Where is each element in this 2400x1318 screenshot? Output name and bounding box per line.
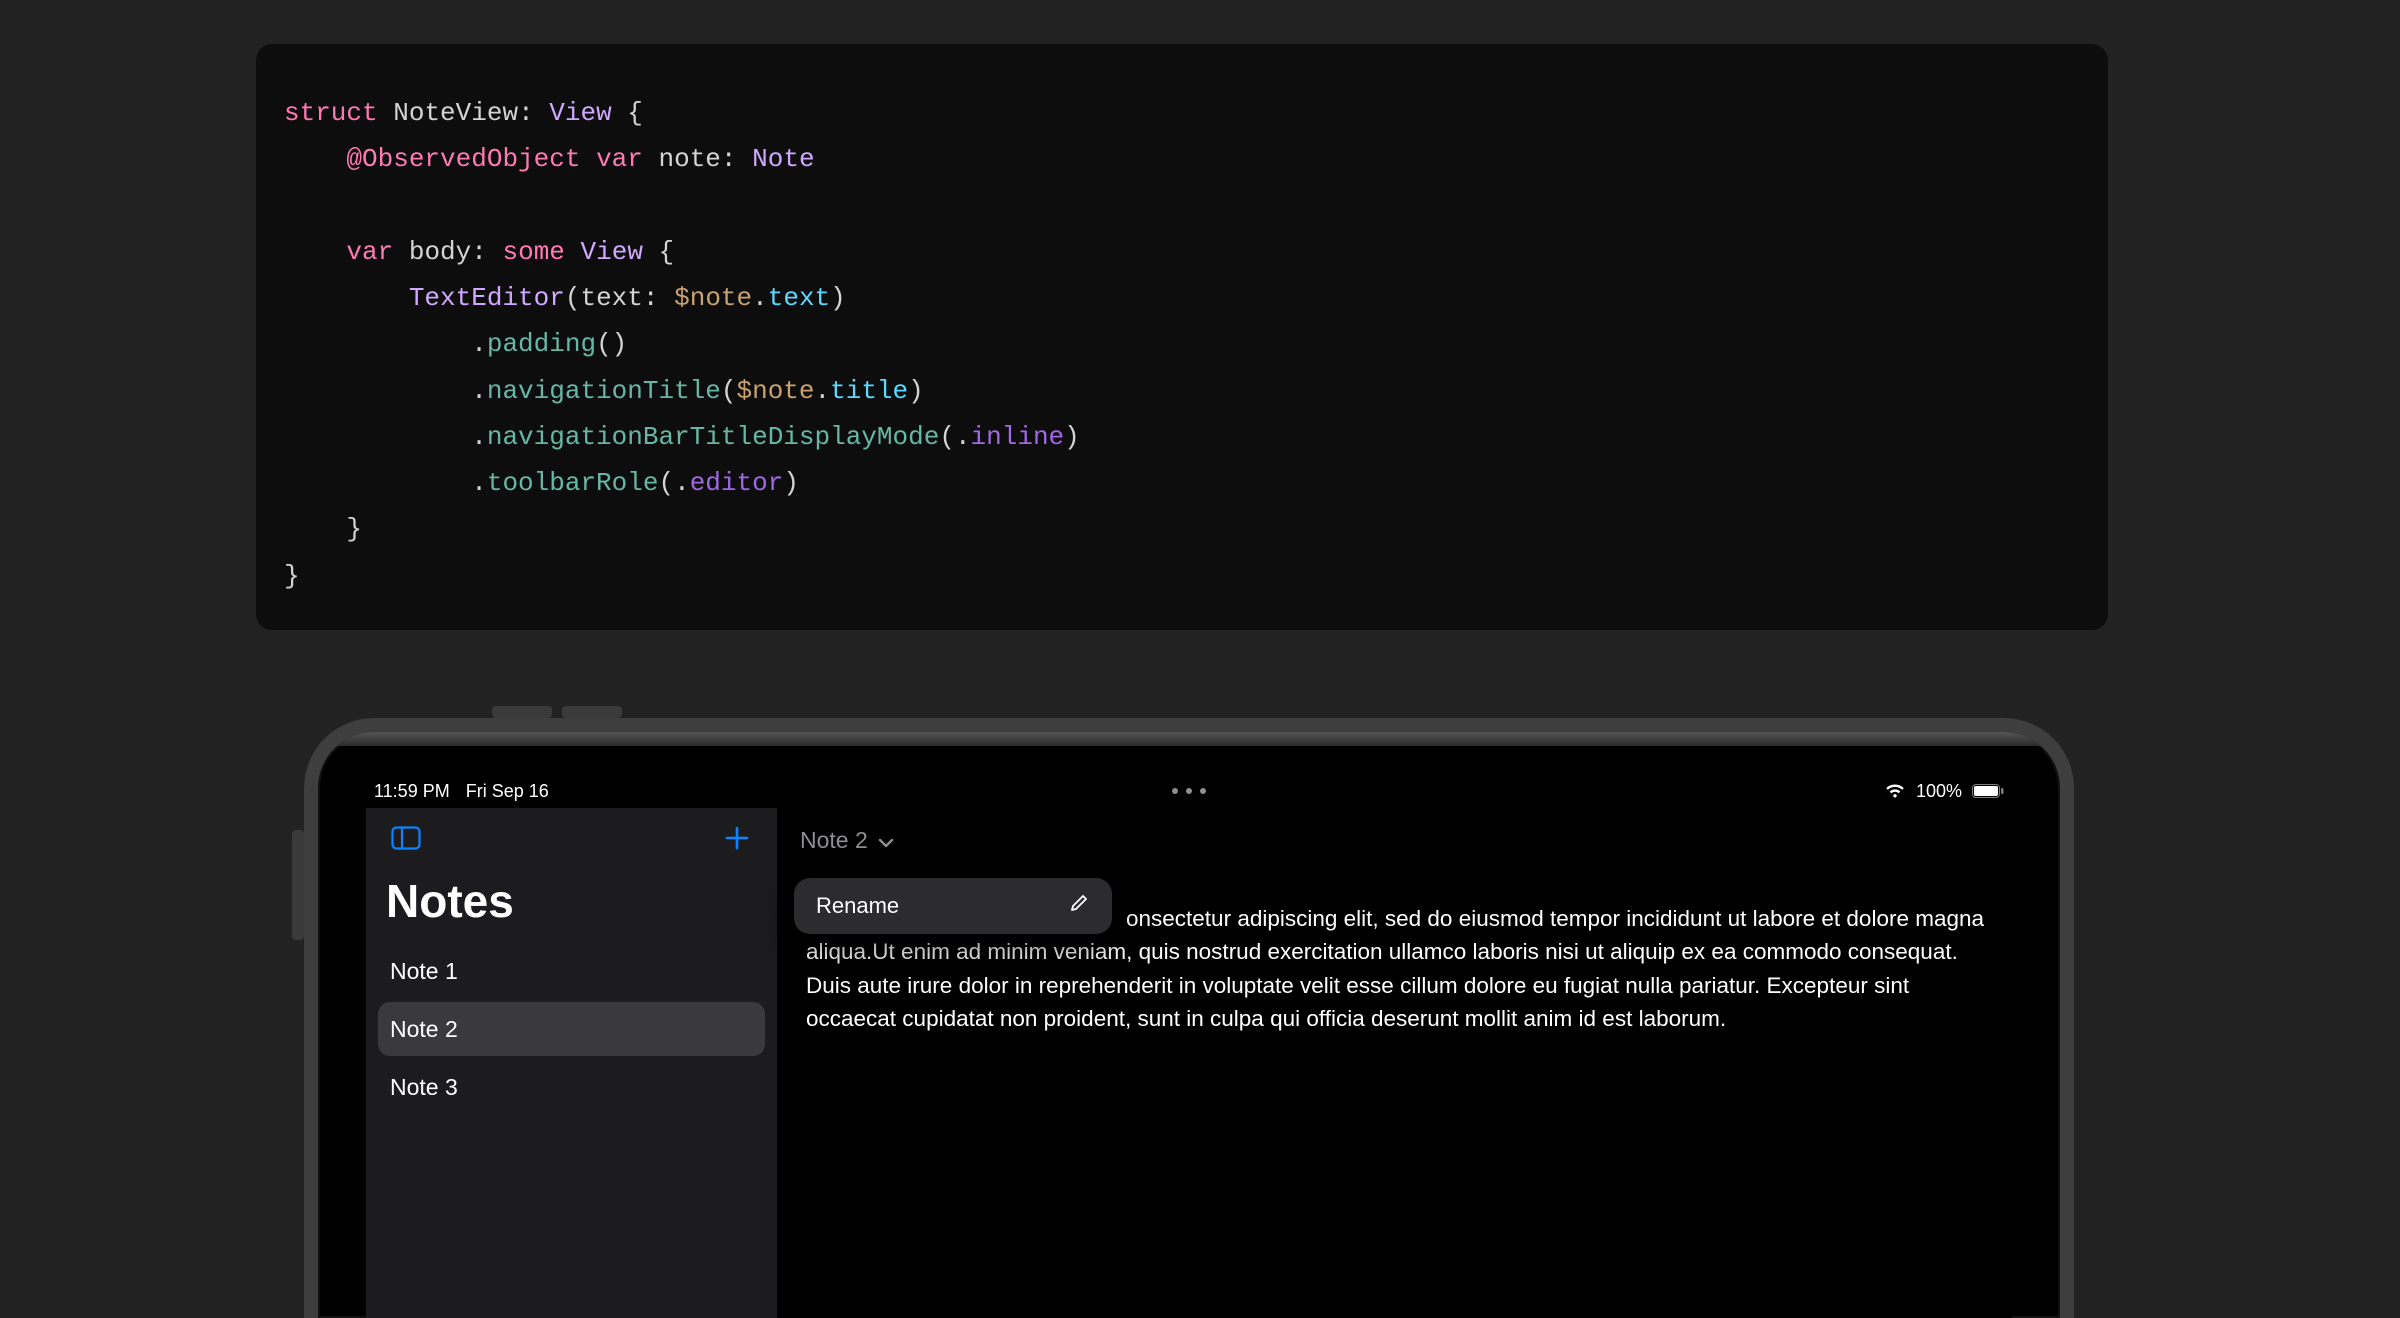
rename-menu-item[interactable]: Rename — [794, 878, 1112, 934]
battery-icon — [1972, 784, 2004, 798]
code-type: View — [581, 237, 643, 267]
code-call: navigationTitle — [487, 376, 721, 406]
title-context-menu: Rename — [794, 878, 1112, 934]
code-punct: ) — [908, 376, 924, 406]
code-enum: editor — [690, 468, 784, 498]
code-binding: $note — [737, 376, 815, 406]
code-brace: { — [612, 98, 643, 128]
code-member: text — [768, 283, 830, 313]
code-call: TextEditor — [409, 283, 565, 313]
code-punct: . — [815, 376, 831, 406]
code-punct: : — [643, 283, 659, 313]
sidebar-title: Notes — [366, 872, 777, 944]
dot-icon — [1172, 788, 1178, 794]
code-punct: : — [471, 237, 487, 267]
sidebar-item-note[interactable]: Note 1 — [378, 944, 765, 998]
status-time: 11:59 PM — [374, 781, 450, 802]
code-punct: : — [721, 144, 737, 174]
dot-icon — [1186, 788, 1192, 794]
ipad-screen: 11:59 PM Fri Sep 16 100% — [366, 774, 2012, 1318]
status-left: 11:59 PM Fri Sep 16 — [374, 781, 549, 802]
code-punct: ) — [830, 283, 846, 313]
code-punct: ( — [721, 376, 737, 406]
navigation-title-menu[interactable]: Note 2 — [800, 827, 894, 854]
code-call: navigationBarTitleDisplayMode — [487, 422, 939, 452]
multitasking-dots[interactable] — [1172, 788, 1206, 794]
code-call: toolbarRole — [487, 468, 659, 498]
chevron-down-icon — [878, 827, 894, 854]
ipad-device-frame: 11:59 PM Fri Sep 16 100% — [304, 718, 2074, 1318]
split-view: Notes Note 1 Note 2 Note 3 — [366, 808, 2012, 1318]
sidebar-list: Note 1 Note 2 Note 3 — [366, 944, 777, 1114]
menu-item-label: Rename — [816, 893, 899, 919]
code-keyword: struct — [284, 98, 378, 128]
code-enum: inline — [971, 422, 1065, 452]
pencil-icon — [1068, 892, 1090, 920]
code-typename: NoteView — [393, 98, 518, 128]
navigation-title-label: Note 2 — [800, 827, 868, 854]
sidebar-item-label: Note 3 — [390, 1074, 458, 1101]
code-arglabel: text — [580, 283, 642, 313]
sidebar-icon — [391, 826, 421, 855]
code-member: title — [830, 376, 908, 406]
battery-percentage: 100% — [1916, 781, 1962, 802]
wifi-icon — [1884, 783, 1906, 799]
code-punct: ( — [939, 422, 955, 452]
status-right: 100% — [1884, 781, 2004, 802]
code-punct: () — [596, 329, 627, 359]
device-volume-button — [492, 706, 552, 718]
sidebar-item-label: Note 1 — [390, 958, 458, 985]
sidebar-toggle-button[interactable] — [386, 820, 426, 860]
detail-pane: Note 2 Rename — [778, 808, 2012, 1318]
code-binding: $note — [674, 283, 752, 313]
code-keyword: some — [502, 237, 564, 267]
code-punct: . — [752, 283, 768, 313]
code-punct: . — [674, 468, 690, 498]
device-volume-button — [562, 706, 622, 718]
device-side-button — [292, 830, 304, 940]
code-attr: @ObservedObject — [346, 144, 580, 174]
code-keyword: var — [596, 144, 643, 174]
code-ident: body — [409, 237, 471, 267]
code-punct: ( — [565, 283, 581, 313]
plus-icon — [724, 825, 750, 856]
code-block: struct NoteView: View { @ObservedObject … — [256, 44, 2108, 630]
code-keyword: var — [346, 237, 393, 267]
code-punct: . — [471, 468, 487, 498]
code-punct: ) — [1064, 422, 1080, 452]
code-punct: ( — [658, 468, 674, 498]
sidebar-item-note[interactable]: Note 2 — [378, 1002, 765, 1056]
code-punct: . — [471, 329, 487, 359]
code-call: padding — [487, 329, 596, 359]
code-punct: . — [471, 376, 487, 406]
detail-toolbar: Note 2 — [778, 808, 2012, 872]
code-punct: . — [955, 422, 971, 452]
code-ident: note — [659, 144, 721, 174]
code-protocol: View — [549, 98, 611, 128]
code-type: Note — [752, 144, 814, 174]
dot-icon — [1200, 788, 1206, 794]
code-punct: ) — [783, 468, 799, 498]
code-punct: . — [471, 422, 487, 452]
add-note-button[interactable] — [717, 820, 757, 860]
sidebar-item-label: Note 2 — [390, 1016, 458, 1043]
code-punct: : — [518, 98, 534, 128]
code-brace: } — [346, 514, 362, 544]
code-brace: } — [284, 561, 300, 591]
status-date: Fri Sep 16 — [466, 781, 549, 802]
sidebar: Notes Note 1 Note 2 Note 3 — [366, 808, 778, 1318]
sidebar-toolbar — [366, 808, 777, 872]
code-brace: { — [643, 237, 674, 267]
sidebar-item-note[interactable]: Note 3 — [378, 1060, 765, 1114]
status-bar: 11:59 PM Fri Sep 16 100% — [366, 774, 2012, 808]
